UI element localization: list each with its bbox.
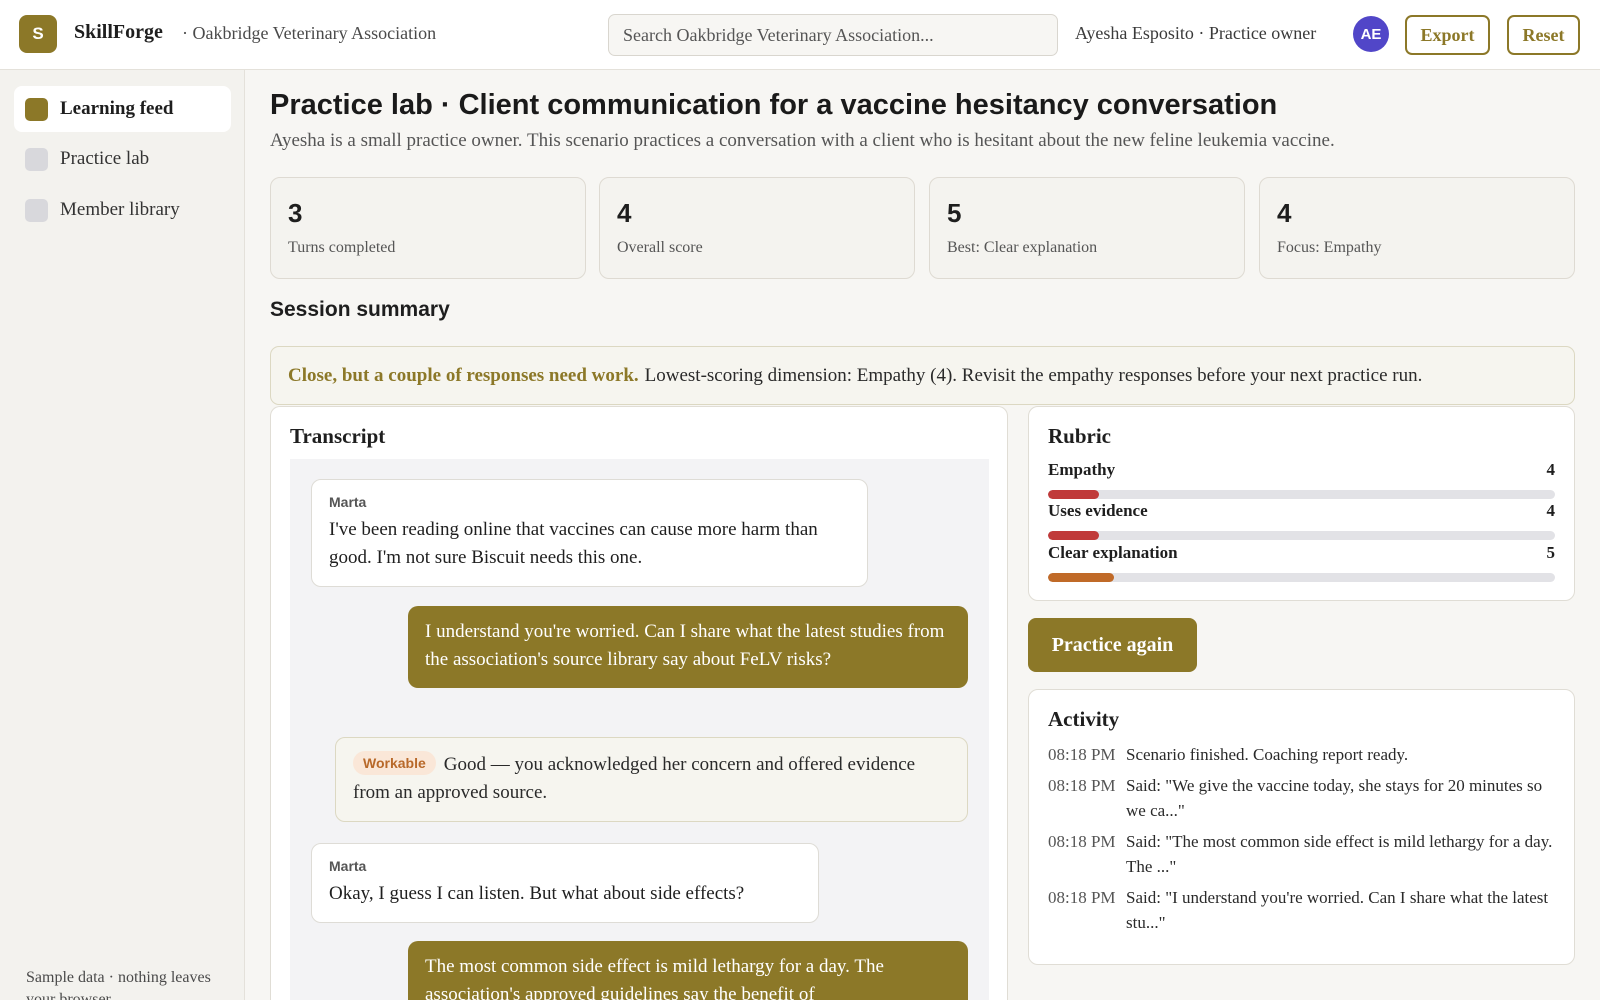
stat-value: 4 [617,198,632,228]
transcript-panel: Transcript Marta I've been reading onlin… [270,406,1008,1000]
rubric-score: 5 [1546,543,1556,562]
sidebar-item-label: Learning feed [60,98,174,119]
rubric-bar-track [1048,573,1555,582]
stat-label: Overall score [617,239,703,256]
export-button[interactable]: Export [1405,15,1490,55]
stat-label: Best: Clear explanation [947,239,1098,256]
user-message: I understand you're worried. Can I share… [408,606,968,688]
message-text: Good — you acknowledged her concern and … [353,754,916,803]
rubric-label: Uses evidence [1048,501,1148,520]
activity-time: 08:18 PM [1048,888,1116,907]
sidebar-footer-note: Sample data · nothing leaves your browse… [26,969,211,1000]
activity-text: Scenario finished. Coaching report ready… [1126,745,1409,764]
stat-value: 5 [947,198,962,228]
rubric-score: 4 [1546,460,1556,479]
organization-name: · Oakbridge Veterinary Association [182,23,437,43]
avatar[interactable]: AE [1353,16,1389,52]
rubric-label: Empathy [1048,460,1116,479]
practice-again-button[interactable]: Practice again [1028,618,1197,672]
message-text: I've been reading online that vaccines c… [329,519,818,568]
sidebar-item-practice-lab[interactable]: Practice lab [14,136,231,182]
activity-panel: Activity 08:18 PM Scenario finished. Coa… [1028,689,1575,965]
activity-text: Said: "I understand you're worried. Can … [1126,888,1549,932]
user-name: Ayesha Esposito · Practice owner [1075,23,1317,43]
sidebar-item-label: Practice lab [60,148,150,169]
activity-text: Said: "We give the vaccine today, she st… [1126,776,1543,820]
message-text: Okay, I guess I can listen. But what abo… [329,883,745,904]
rubric-title: Rubric [1048,424,1111,448]
app-logo: S [19,15,57,53]
sidebar-item-label: Member library [60,199,180,220]
rubric-bar-fill [1048,531,1099,540]
practice-lab-icon [25,147,48,171]
rubric-score: 4 [1546,501,1556,520]
summary-verdict: Close, but a couple of responses need wo… [288,364,639,386]
user-message: The most common side effect is mild leth… [408,941,968,1000]
message-author: Marta [329,858,367,874]
page-title: Practice lab · Client communication for … [270,89,1278,121]
rubric-bar-track [1048,490,1555,499]
activity-text: Said: "The most common side effect is mi… [1126,832,1553,876]
activity-time: 08:18 PM [1048,832,1116,851]
summary-text: Lowest-scoring dimension: Empathy (4). R… [644,364,1423,386]
sidebar: Learning feed Practice lab Member librar… [0,70,245,1000]
activity-time: 08:18 PM [1048,745,1116,764]
client-message: Marta I've been reading online that vacc… [311,479,868,587]
message-text: The most common side effect is mild leth… [425,956,884,1000]
stat-card-best: 5 Best: Clear explanation [929,177,1245,279]
transcript-title: Transcript [290,424,386,448]
top-bar: S SkillForge · Oakbridge Veterinary Asso… [0,0,1600,70]
rubric-bar-fill [1048,490,1099,499]
stat-label: Focus: Empathy [1277,239,1382,256]
session-summary-heading: Session summary [270,298,450,321]
message-author: Marta [329,494,367,510]
page-subtitle: Ayesha is a small practice owner. This s… [270,130,1335,151]
sidebar-item-member-library[interactable]: Member library [14,187,231,233]
stat-card-overall-score: 4 Overall score [599,177,915,279]
sidebar-item-learning-feed[interactable]: Learning feed [14,86,231,132]
search-input[interactable] [608,14,1058,56]
summary-banner: Close, but a couple of responses need wo… [270,346,1575,405]
stat-card-turns: 3 Turns completed [270,177,586,279]
transcript-scroll-area[interactable]: Marta I've been reading online that vacc… [290,459,989,1000]
stat-label: Turns completed [288,239,396,256]
member-library-icon [25,198,48,222]
feedback-message: Workable Good — you acknowledged her conc… [335,737,968,822]
message-text: I understand you're worried. Can I share… [425,621,945,670]
rubric-label: Clear explanation [1048,543,1178,562]
rubric-bar-track [1048,531,1555,540]
stat-card-focus: 4 Focus: Empathy [1259,177,1575,279]
activity-time: 08:18 PM [1048,776,1116,795]
activity-title: Activity [1048,707,1120,731]
reset-button[interactable]: Reset [1507,15,1580,55]
rubric-bar-fill [1048,573,1114,582]
stat-value: 4 [1277,198,1292,228]
brand-name: SkillForge [74,21,163,43]
stat-value: 3 [288,198,303,228]
rubric-panel: Rubric Empathy 4 Uses evidence 4 Clear e… [1028,406,1575,601]
client-message: Marta Okay, I guess I can listen. But wh… [311,843,819,923]
feedback-tag: Workable [353,751,436,775]
learning-feed-icon [25,97,48,121]
